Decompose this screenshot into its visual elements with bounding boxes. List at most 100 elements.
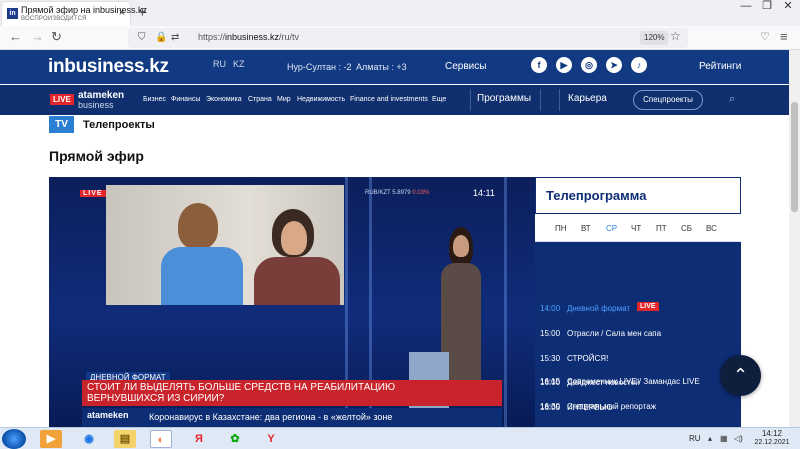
- chrome-icon[interactable]: ◉: [78, 430, 100, 448]
- menu-finance-investments[interactable]: Finance and investments: [350, 96, 428, 103]
- day-tab-wed[interactable]: СР: [606, 224, 617, 233]
- news-ticker-bar: atameken Коронавирус в Казахстане: два р…: [82, 408, 502, 427]
- bookmark-star-icon[interactable]: ☆: [670, 29, 681, 43]
- search-icon[interactable]: ⌕: [729, 93, 735, 106]
- youtube-icon[interactable]: ▶: [556, 57, 572, 73]
- url-host: inbusiness.kz: [225, 32, 280, 42]
- nav-divider: [559, 89, 560, 111]
- program-row[interactable]: 15:00 Отрасли / Сала мен сапа: [540, 325, 735, 343]
- telegram-icon[interactable]: ➤: [606, 57, 622, 73]
- day-tab-sat[interactable]: СБ: [681, 224, 692, 233]
- ratings-link[interactable]: Рейтинги: [699, 61, 741, 72]
- facebook-icon[interactable]: f: [531, 57, 547, 73]
- site-logo[interactable]: inbusiness.kz: [48, 56, 169, 78]
- guest-man-body: [161, 247, 243, 305]
- day-tab-fri[interactable]: ПТ: [656, 224, 667, 233]
- shield-icon[interactable]: ⛉: [138, 31, 146, 45]
- studio-light: [504, 177, 507, 427]
- menu-world[interactable]: Мир: [277, 96, 291, 103]
- program-row[interactable]: 15:30 СТРОЙСЯ!: [540, 350, 735, 368]
- clock-date[interactable]: 22.12.2021: [752, 439, 792, 446]
- start-button[interactable]: [2, 429, 26, 449]
- brand-sub: business: [78, 100, 114, 110]
- weather-temp: +3: [396, 62, 407, 72]
- clock-time[interactable]: 14:12: [752, 429, 792, 438]
- menu-icon[interactable]: ≡: [780, 30, 788, 44]
- nav-divider: [470, 89, 471, 111]
- tab-close-icon[interactable]: ×: [119, 7, 125, 19]
- lang-kz[interactable]: KZ: [233, 59, 245, 69]
- page-title: Прямой эфир: [49, 148, 144, 164]
- anchor-face: [453, 235, 469, 257]
- new-tab-button[interactable]: +: [138, 4, 147, 21]
- site-nav: LIVE atameken business Бизнес Финансы Эк…: [0, 85, 789, 115]
- network-icon[interactable]: ▦: [720, 434, 728, 443]
- menu-finance[interactable]: Финансы: [171, 96, 200, 103]
- yandex-icon[interactable]: Я: [188, 430, 210, 448]
- live-badge: LIVE: [50, 94, 74, 105]
- video-live-tag: LIVE: [80, 190, 106, 197]
- menu-realty[interactable]: Недвижимость: [297, 96, 345, 103]
- windows-taskbar: ▶ ◉ ▤ ◐ Я ✿ Y RU ▴ ▦ ◁) 14:12 22.12.2021: [0, 427, 800, 449]
- guest-man-head: [178, 203, 218, 249]
- day-tab-mon[interactable]: ПН: [555, 224, 567, 233]
- program-time: 15:30: [540, 354, 561, 363]
- career-link[interactable]: Карьера: [568, 93, 607, 104]
- address-bar[interactable]: ⛉ 🔒 ⇄ https://inbusiness.kz/ru/tv 120% ☆: [128, 28, 688, 48]
- lock-icon[interactable]: 🔒: [155, 31, 167, 45]
- menu-more[interactable]: Еще: [432, 96, 446, 103]
- browser-tabstrip: in Прямой эфир на inbusiness.kz ВОСПРОИЗ…: [0, 0, 800, 26]
- services-link[interactable]: Сервисы: [445, 61, 486, 72]
- game-icon[interactable]: ✿: [224, 430, 246, 448]
- nav-divider: [540, 89, 541, 111]
- scroll-to-top-button[interactable]: ⌃: [720, 355, 761, 396]
- yandex-browser-icon[interactable]: Y: [260, 430, 282, 448]
- weather-city: Нур-Султан :: [287, 62, 341, 72]
- menu-economy[interactable]: Экономика: [206, 96, 242, 103]
- forward-arrow-icon[interactable]: →: [31, 30, 44, 44]
- program-name: СТРОЙСЯ!: [567, 354, 609, 363]
- program-time: 14:00: [540, 304, 561, 313]
- scrollbar-thumb[interactable]: [791, 102, 798, 212]
- program-row[interactable]: 14:00 Дневной формат LIVE: [540, 300, 735, 318]
- day-tab-sun[interactable]: ВС: [706, 224, 717, 233]
- instagram-icon[interactable]: ◎: [581, 57, 597, 73]
- maximize-button[interactable]: ❐: [757, 0, 777, 14]
- program-row[interactable]: 16:15 Современник LIVE / Замандас LIVE: [540, 373, 735, 391]
- browser-navbar: ← → ↻ ⛉ 🔒 ⇄ https://inbusiness.kz/ru/tv …: [0, 26, 800, 50]
- special-projects-button[interactable]: Спецпроекты: [633, 90, 703, 110]
- live-video-player[interactable]: LIVE RUB/KZT 5.8979 0.03% 14:11 ДНЕВНОЙ …: [49, 177, 535, 427]
- lang-ru[interactable]: RU: [213, 59, 226, 69]
- atameken-brand[interactable]: LIVE atameken business: [48, 91, 138, 111]
- pocket-icon[interactable]: ♡: [760, 30, 770, 44]
- media-player-icon[interactable]: ▶: [40, 430, 62, 448]
- firefox-icon[interactable]: ◐: [150, 430, 172, 448]
- day-tab-tue[interactable]: ВТ: [581, 224, 591, 233]
- weather-temp: -2: [343, 62, 352, 72]
- section-title[interactable]: Телепроекты: [83, 119, 155, 131]
- file-explorer-icon[interactable]: ▤: [114, 430, 136, 448]
- site-header: inbusiness.kz RU KZ Нур-Султан : -2 Алма…: [0, 50, 789, 84]
- url-text[interactable]: https://inbusiness.kz/ru/tv: [198, 32, 299, 42]
- back-arrow-icon[interactable]: ←: [9, 30, 22, 44]
- close-window-button[interactable]: ✕: [778, 0, 798, 14]
- zoom-level[interactable]: 120%: [640, 31, 669, 45]
- volume-icon[interactable]: ◁): [734, 434, 743, 443]
- day-tab-thu[interactable]: ЧТ: [631, 224, 641, 233]
- guest-woman-body: [254, 257, 340, 305]
- program-row[interactable]: 16:30 Специальный репортаж: [540, 398, 735, 416]
- tray-arrow-icon[interactable]: ▴: [708, 434, 712, 443]
- menu-business[interactable]: Бизнес: [143, 96, 166, 103]
- minimize-button[interactable]: —: [736, 0, 756, 14]
- page-scrollbar[interactable]: [789, 50, 800, 427]
- permissions-icon[interactable]: ⇄: [171, 31, 179, 45]
- programs-link[interactable]: Программы: [477, 93, 531, 104]
- browser-tab[interactable]: in Прямой эфир на inbusiness.kz ВОСПРОИЗ…: [2, 2, 147, 26]
- program-time: 16:15: [540, 377, 561, 386]
- keyboard-language[interactable]: RU: [689, 434, 701, 443]
- ticker-pair: RUB/KZT: [365, 190, 391, 196]
- menu-country[interactable]: Страна: [248, 96, 272, 103]
- reload-icon[interactable]: ↻: [51, 30, 62, 44]
- ticker-news: Коронавирус в Казахстане: два региона - …: [149, 412, 393, 422]
- tiktok-icon[interactable]: ♪: [631, 57, 647, 73]
